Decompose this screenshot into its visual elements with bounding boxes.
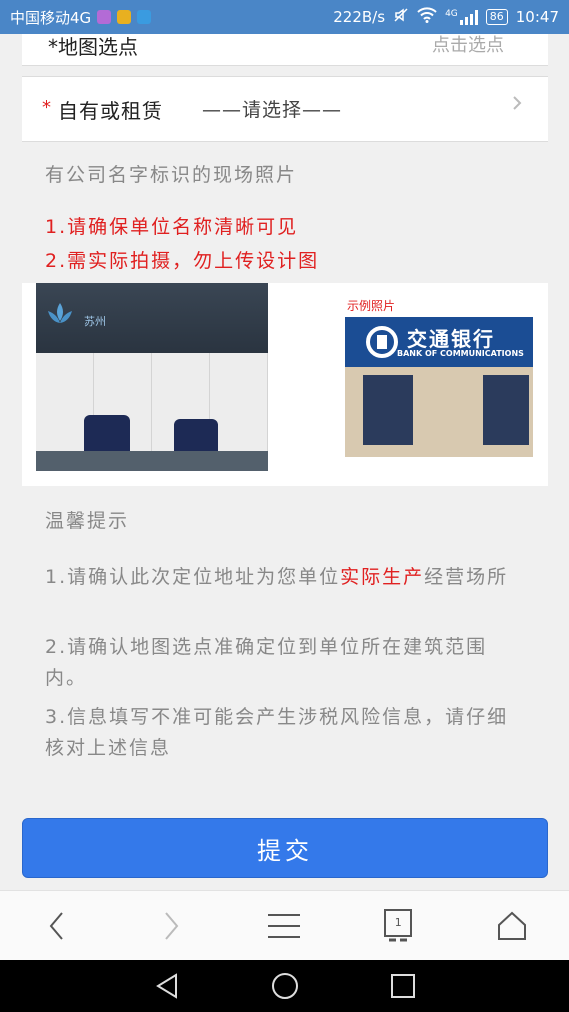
notice-item-1-highlight: 实际生产 (340, 566, 425, 588)
notice-item-1-text: 1.请确认此次定位地址为您单位 (45, 566, 341, 588)
company-logo-icon (48, 303, 72, 323)
map-select-value: 点击选点 (432, 35, 504, 56)
ownership-value: ——请选择—— (202, 99, 343, 121)
notice-title: 温馨提示 (45, 510, 130, 532)
bank-logo-icon (366, 326, 398, 358)
carrier-label: 中国移动4G (10, 8, 92, 27)
uploaded-photo[interactable]: 苏州 (36, 283, 268, 471)
bank-name-en: BANK OF COMMUNICATIONS (397, 349, 524, 358)
tab-count: 1 (394, 915, 402, 929)
bank-name-cn: 交通银行 (407, 327, 495, 351)
system-navigation-bar (0, 960, 569, 1012)
network-speed: 222B/s (333, 8, 386, 26)
wifi-icon (417, 7, 437, 27)
photo-shelf (36, 451, 268, 471)
photo-tip-2: 2.需实际拍摄，勿上传设计图 (45, 250, 320, 272)
nav-recent-icon[interactable] (390, 973, 416, 999)
gallery-app-icon (97, 10, 112, 24)
required-mark: * (42, 97, 51, 118)
signal-icon (459, 9, 478, 25)
photo-panel: 苏州 示例照片 交通银行 BANK OF COMMUNICATIONS (22, 283, 548, 486)
mute-icon (393, 7, 409, 27)
map-select-row[interactable]: *地图选点 点击选点 (22, 34, 548, 66)
window (483, 375, 529, 445)
notice-item-1-tail: 经营场所 (424, 566, 509, 588)
map-select-label: *地图选点 (48, 35, 138, 59)
example-photo[interactable]: 示例照片 交通银行 BANK OF COMMUNICATIONS (345, 297, 533, 457)
photo-banner: 苏州 (36, 283, 268, 353)
back-button[interactable] (27, 896, 87, 956)
status-bar: 中国移动4G 222B/s 4G 86 10:47 (0, 0, 569, 34)
nav-home-icon[interactable] (270, 971, 300, 1001)
notice-item-1: 1.请确认此次定位地址为您单位实际生产经营场所 (45, 562, 515, 593)
forward-button[interactable] (141, 896, 201, 956)
photo-tip-1: 1.请确保单位名称清晰可见 (45, 216, 299, 238)
nav-back-icon[interactable] (154, 972, 180, 1000)
network-type: 4G (445, 9, 458, 19)
browser-toolbar: 1 (0, 890, 569, 960)
tabs-button[interactable]: 1 (368, 896, 428, 956)
menu-icon (268, 913, 301, 938)
notification-app-icon (117, 10, 132, 24)
example-photo-caption: 示例照片 (347, 299, 396, 313)
ownership-select[interactable]: * 自有或租赁 ——请选择—— (22, 76, 548, 142)
photo-section-title: 有公司名字标识的现场照片 (45, 164, 298, 186)
ownership-label: 自有或租赁 (58, 99, 163, 123)
submit-button[interactable]: 提交 (22, 818, 548, 878)
menu-button[interactable] (254, 896, 314, 956)
battery-icon: 86 (485, 9, 508, 25)
bank-sign: 交通银行 BANK OF COMMUNICATIONS (345, 317, 533, 367)
message-app-icon (137, 10, 152, 24)
chevron-left-icon (49, 911, 63, 940)
window (363, 375, 413, 445)
page-content: *地图选点 点击选点 * 自有或租赁 ——请选择—— 有公司名字标识的现场照片 … (0, 34, 569, 890)
notice-item-3: 3.信息填写不准可能会产生涉税风险信息，请仔细核对上述信息 (45, 706, 509, 759)
notice-item-2: 2.请确认地图选点准确定位到单位所在建筑范围内。 (45, 636, 488, 689)
home-icon (498, 911, 527, 940)
home-button[interactable] (482, 896, 542, 956)
chevron-right-icon (164, 911, 178, 940)
chevron-right-icon (512, 95, 522, 116)
photo-banner-text: 苏州 (84, 315, 106, 328)
clock: 10:47 (515, 8, 559, 26)
